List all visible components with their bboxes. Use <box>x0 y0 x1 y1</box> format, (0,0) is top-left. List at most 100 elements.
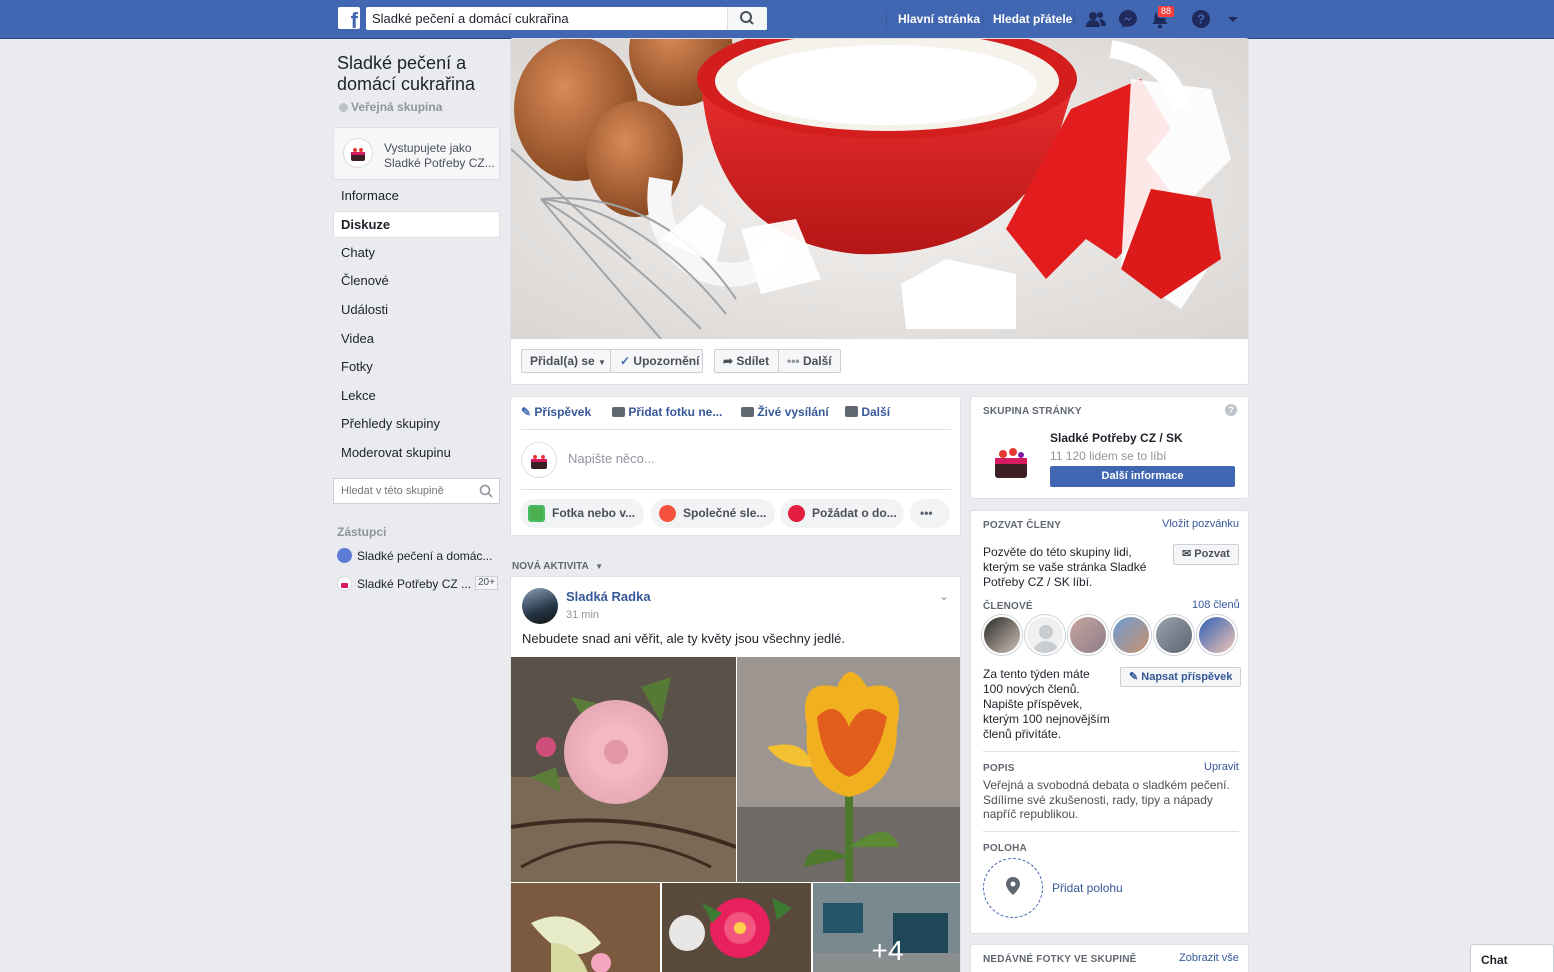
camera-icon <box>612 407 625 417</box>
member-avatar[interactable] <box>1111 615 1151 655</box>
cover-photo[interactable] <box>511 39 1249 339</box>
group-title[interactable]: Sladké pečení a domácí cukrařina <box>337 53 497 95</box>
pencil-icon: ✎ <box>521 405 532 419</box>
invite-title: POZVAT ČLENY <box>983 520 1062 531</box>
post-options-chevron-icon[interactable]: ⌄ <box>939 589 949 603</box>
pill-more[interactable]: ••• <box>910 499 950 528</box>
nav-home-link[interactable]: Hlavní stránka <box>898 12 980 26</box>
sidebar-item-events[interactable]: Události <box>333 296 500 323</box>
member-avatar[interactable] <box>1154 615 1194 655</box>
description-text: Veřejná a svobodná debata o sladkém peče… <box>983 778 1230 821</box>
video-camera-icon <box>741 407 754 417</box>
add-location-circle[interactable] <box>983 858 1043 918</box>
search-icon <box>740 11 754 25</box>
sidebar-item-photos[interactable]: Fotky <box>333 353 500 380</box>
chat-tab[interactable]: Chat <box>1470 944 1554 972</box>
joined-button[interactable]: Přidal(a) se ▼ <box>521 349 611 373</box>
cake-logo-icon <box>983 430 1039 486</box>
friends-icon[interactable] <box>1085 8 1107 30</box>
facebook-logo-icon[interactable]: f <box>338 7 360 29</box>
write-post-button[interactable]: ✎ Napsat příspěvek <box>1120 667 1242 687</box>
sidebar-item-members[interactable]: Členové <box>333 267 500 294</box>
divider <box>521 489 951 490</box>
post-time[interactable]: 31 min <box>566 609 599 621</box>
search-button[interactable] <box>727 7 767 30</box>
group-info-card: POZVAT ČLENY Vložit pozvánku Pozvěte do … <box>970 510 1249 934</box>
composer-tab-live[interactable]: Živé vysílání <box>741 405 829 419</box>
cover-card: Přidal(a) se ▼ ✓ Upozornění ➦ Sdílet •••… <box>510 38 1249 385</box>
recent-photos-title: NEDÁVNÉ FOTKY VE SKUPINĚ <box>983 954 1137 965</box>
post-photo-more-overlay[interactable]: +4 <box>813 883 960 972</box>
see-all-photos-link[interactable]: Zobrazit vše <box>1179 952 1239 964</box>
group-privacy-label: Veřejná skupina <box>339 100 442 114</box>
sidebar-item-lessons[interactable]: Lekce <box>333 382 500 409</box>
post-photo-tulip[interactable] <box>737 657 961 882</box>
sidebar-item-discussion[interactable]: Diskuze <box>333 211 500 238</box>
composer-tab-more[interactable]: Další <box>845 405 890 419</box>
feed-sort-label[interactable]: NOVÁ AKTIVITA ▼ <box>512 561 603 572</box>
nav-find-friends-link[interactable]: Hledat přátele <box>993 12 1072 26</box>
account-dropdown-icon[interactable] <box>1222 8 1244 30</box>
help-icon[interactable]: ? <box>1225 404 1237 416</box>
author-avatar[interactable] <box>522 588 558 624</box>
representative-item[interactable]: Sladké Potřeby CZ ... 20+ <box>337 576 498 591</box>
acting-as-switcher[interactable]: Vystupujete jako Sladké Potřeby CZ... <box>333 127 500 180</box>
more-photos-count: +4 <box>871 935 904 966</box>
global-search-box <box>366 7 767 30</box>
post-photo-rose[interactable] <box>511 657 736 882</box>
recent-photos-card: NEDÁVNÉ FOTKY VE SKUPINĚ Zobrazit vše <box>970 944 1249 972</box>
member-avatar-placeholder[interactable] <box>1025 615 1065 655</box>
page-more-info-button[interactable]: Další informace <box>1050 466 1235 487</box>
member-avatar[interactable] <box>982 615 1022 655</box>
pill-watch-party[interactable]: Společné sle... <box>651 499 775 528</box>
sidebar-item-insights[interactable]: Přehledy skupiny <box>333 410 500 437</box>
sidebar-item-moderate[interactable]: Moderovat skupinu <box>333 439 500 466</box>
member-avatar[interactable] <box>1197 615 1237 655</box>
more-dots-icon: ••• <box>787 354 800 368</box>
invite-button[interactable]: ✉ Pozvat <box>1173 544 1239 565</box>
global-search-input[interactable] <box>366 7 724 30</box>
cake-logo-icon <box>531 455 547 469</box>
invite-embed-link[interactable]: Vložit pozvánku <box>1162 518 1239 530</box>
search-icon[interactable] <box>479 484 493 498</box>
composer-input[interactable]: Napište něco... <box>568 451 655 466</box>
add-location-link[interactable]: Přidat polohu <box>1052 881 1123 895</box>
week-members-text: Za tento týden máte 100 nových členů. Na… <box>983 667 1110 741</box>
sidebar-item-videos[interactable]: Videa <box>333 325 500 352</box>
location-pin-icon <box>1006 877 1020 895</box>
post-photo-ranunculus[interactable] <box>662 883 811 972</box>
acting-as-text: Vystupujete jako Sladké Potřeby CZ... <box>384 141 495 170</box>
page-name[interactable]: Sladké Potřeby CZ / SK <box>1050 431 1183 445</box>
popcorn-icon <box>659 505 676 522</box>
member-avatar[interactable] <box>1068 615 1108 655</box>
pill-photo-video[interactable]: Fotka nebo v... <box>520 499 644 528</box>
post-photo-orchid[interactable] <box>511 883 660 972</box>
members-count-link[interactable]: 108 členů <box>1192 599 1240 611</box>
more-button[interactable]: ••• Další <box>778 349 841 373</box>
messenger-icon[interactable] <box>1117 8 1139 30</box>
svg-text:?: ? <box>1197 12 1205 27</box>
speech-bubble-icon <box>788 505 805 522</box>
page-avatar <box>343 138 373 168</box>
help-icon[interactable]: ? <box>1190 8 1212 30</box>
notifications-button[interactable]: ✓ Upozornění <box>610 349 703 373</box>
pill-ask-recommendation[interactable]: Požádat o do... <box>780 499 904 528</box>
description-title: POPIS <box>983 763 1015 774</box>
description-edit-link[interactable]: Upravit <box>1204 761 1239 773</box>
post-author[interactable]: Sladká Radka <box>566 589 651 604</box>
check-icon: ✓ <box>620 354 631 368</box>
sidebar-item-info[interactable]: Informace <box>333 182 500 209</box>
page-avatar[interactable] <box>983 430 1039 486</box>
composer-tab-photo[interactable]: Přidat fotku ne... <box>612 405 722 419</box>
top-navigation-bar: f Hlavní stránka Hledat přátele 88 ? <box>0 0 1554 39</box>
cake-logo-icon <box>351 148 365 161</box>
nav-separator <box>886 11 887 27</box>
nav-separator <box>982 11 983 27</box>
representative-item[interactable]: Sladké pečení a domác... <box>337 548 492 563</box>
sidebar-item-chats[interactable]: Chaty <box>333 239 500 266</box>
composer-tab-post[interactable]: ✎ Příspěvek <box>521 405 591 419</box>
caret-down-icon: ▼ <box>598 358 606 367</box>
group-search-input[interactable] <box>334 479 469 503</box>
count-badge: 20+ <box>475 576 498 590</box>
share-button[interactable]: ➦ Sdílet <box>714 349 779 373</box>
